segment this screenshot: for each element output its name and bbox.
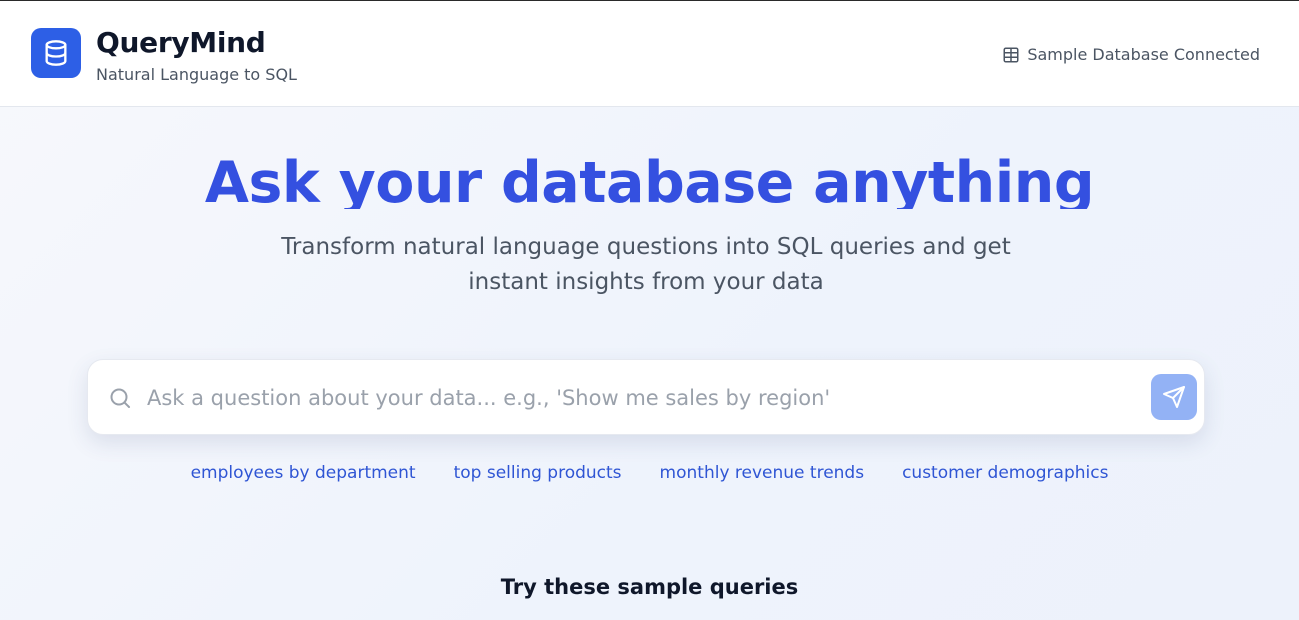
app-tagline: Natural Language to SQL xyxy=(96,65,297,84)
database-status-text: Sample Database Connected xyxy=(1027,45,1260,64)
suggestion-top-selling-products[interactable]: top selling products xyxy=(454,463,622,487)
app-logo[interactable] xyxy=(31,28,81,78)
search-bar xyxy=(87,359,1205,435)
database-status: Sample Database Connected xyxy=(1002,45,1260,64)
app-name: QueryMind xyxy=(96,26,266,59)
hero-title: Ask your database anything xyxy=(204,151,1095,209)
search-input[interactable] xyxy=(147,378,1147,418)
suggestion-monthly-revenue-trends[interactable]: monthly revenue trends xyxy=(660,463,865,487)
hero-subtitle: Transform natural language questions int… xyxy=(281,234,1011,295)
table-icon xyxy=(1003,47,1019,62)
search-icon xyxy=(110,388,130,408)
sample-queries-heading: Try these sample queries xyxy=(500,575,799,599)
suggestion-employees-by-department[interactable]: employees by department xyxy=(191,463,416,487)
app-window: QueryMind Natural Language to SQL Sample… xyxy=(0,0,1299,620)
suggestion-customer-demographics[interactable]: customer demographics xyxy=(902,463,1108,487)
database-icon xyxy=(45,40,67,66)
send-icon xyxy=(1163,386,1185,408)
send-button[interactable] xyxy=(1151,374,1197,420)
suggestion-links: employees by department top selling prod… xyxy=(0,463,1299,487)
app-header: QueryMind Natural Language to SQL Sample… xyxy=(0,1,1299,107)
